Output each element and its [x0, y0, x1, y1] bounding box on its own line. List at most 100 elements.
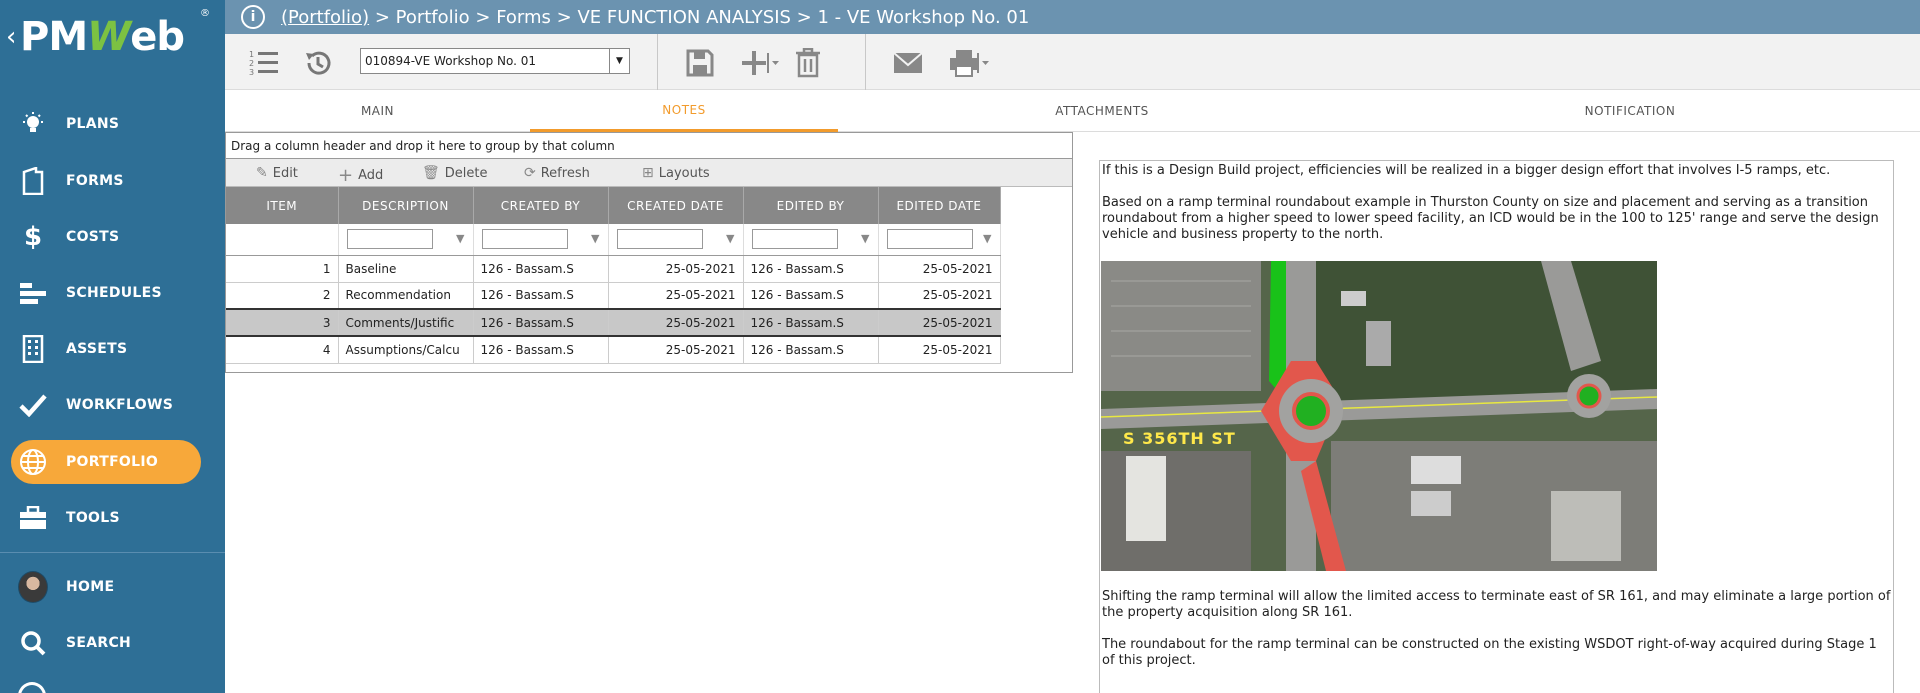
sidebar-item-search[interactable]: SEARCH	[0, 621, 225, 665]
filter-icon[interactable]: ▼	[861, 232, 869, 245]
document-icon	[18, 166, 48, 196]
layouts-button[interactable]: ⊞ Layouts	[642, 165, 710, 181]
grid-toolbar: ✎ Edit + Add 🗑 Delete ⟳ Refresh ⊞ Layouts	[226, 159, 1072, 187]
column-header-edited-by[interactable]: EDITED BY	[743, 187, 879, 224]
sidebar-item-label: HOME	[66, 579, 115, 595]
notes-editor[interactable]: If this is a Design Build project, effic…	[1099, 160, 1894, 693]
filter-cell: ▼	[878, 224, 1001, 256]
roundabout-aerial-image: S 356TH ST	[1101, 261, 1657, 571]
notes-paragraph-1: If this is a Design Build project, effic…	[1102, 163, 1831, 178]
filter-cell: ▼	[473, 224, 609, 256]
filter-icon[interactable]: ▼	[456, 232, 464, 245]
edited-date-filter-input[interactable]	[886, 229, 973, 249]
table-row[interactable]: 4 Assumptions/Calcu 126 - Bassam.S 25-05…	[226, 336, 1001, 364]
briefcase-icon	[18, 503, 48, 533]
tab-notification[interactable]: NOTIFICATION	[1366, 90, 1894, 132]
cell-created-date: 25-05-2021	[608, 282, 744, 310]
sidebar-item-label: PORTFOLIO	[66, 454, 159, 470]
email-icon[interactable]	[891, 46, 925, 80]
notes-grid: Drag a column header and drop it here to…	[225, 132, 1073, 373]
sidebar-item-workflows[interactable]: WORKFLOWS	[0, 383, 225, 427]
sidebar-item-forms[interactable]: FORMS	[0, 159, 225, 203]
tab-attachments[interactable]: ATTACHMENTS	[838, 90, 1366, 132]
created-by-filter-input[interactable]	[481, 229, 568, 249]
sidebar: ‹ PMWeb ® PLANS FORMS $ COSTS SCHEDULES …	[0, 0, 225, 693]
sidebar-item-tools[interactable]: TOOLS	[0, 496, 225, 540]
gantt-icon	[18, 278, 48, 308]
refresh-icon[interactable]	[18, 682, 46, 693]
notes-table: ITEM DESCRIPTION CREATED BY CREATED DATE…	[226, 187, 1001, 364]
building-icon	[18, 334, 48, 364]
sidebar-item-label: COSTS	[66, 229, 120, 245]
sidebar-item-assets[interactable]: ASSETS	[0, 327, 225, 371]
cell-item: 4	[226, 336, 339, 364]
app-logo[interactable]: ‹ PMWeb ®	[0, 0, 225, 73]
numbered-list-icon[interactable]: 123	[247, 46, 281, 80]
dollar-icon: $	[23, 222, 43, 252]
cell-created-by: 126 - Bassam.S	[473, 282, 609, 310]
checkmark-icon	[18, 390, 48, 420]
column-header-item[interactable]: ITEM	[226, 187, 339, 224]
sidebar-item-plans[interactable]: PLANS	[0, 102, 225, 146]
history-icon[interactable]	[301, 46, 335, 80]
add-dropdown-icon[interactable]	[765, 46, 781, 80]
cell-description: Baseline	[338, 255, 474, 283]
filter-cell: ▼	[743, 224, 879, 256]
table-row[interactable]: 2 Recommendation 126 - Bassam.S 25-05-20…	[226, 282, 1001, 310]
created-date-filter-input[interactable]	[616, 229, 703, 249]
breadcrumb-bar: i (Portfolio) > Portfolio > Forms > VE F…	[225, 0, 1920, 34]
back-chevron-icon[interactable]: ‹	[6, 22, 16, 52]
registered-mark: ®	[200, 8, 210, 19]
column-header-created-date[interactable]: CREATED DATE	[608, 187, 744, 224]
sidebar-item-label: SCHEDULES	[66, 285, 162, 301]
filter-cell: ▼	[338, 224, 474, 256]
save-icon[interactable]	[683, 46, 717, 80]
chevron-down-icon[interactable]: ▼	[609, 49, 629, 73]
column-header-edited-date[interactable]: EDITED DATE	[878, 187, 1001, 224]
description-filter-input[interactable]	[346, 229, 433, 249]
sidebar-item-schedules[interactable]: SCHEDULES	[0, 271, 225, 315]
info-icon[interactable]: i	[241, 5, 265, 29]
sidebar-item-label: FORMS	[66, 173, 124, 189]
filter-icon[interactable]: ▼	[726, 232, 734, 245]
sidebar-item-portfolio[interactable]: PORTFOLIO	[0, 440, 225, 484]
edited-by-filter-input[interactable]	[751, 229, 838, 249]
grid-layout-icon: ⊞	[642, 165, 654, 181]
plus-icon: +	[338, 165, 354, 186]
user-avatar	[18, 571, 48, 603]
cell-description: Comments/Justific	[338, 308, 474, 337]
cell-edited-by: 126 - Bassam.S	[743, 336, 879, 364]
sidebar-item-home[interactable]: HOME	[0, 565, 225, 609]
notes-paragraph-4: The roundabout for the ramp terminal can…	[1102, 637, 1877, 668]
table-row[interactable]: 1 Baseline 126 - Bassam.S 25-05-2021 126…	[226, 255, 1001, 283]
refresh-button[interactable]: ⟳ Refresh	[524, 165, 590, 181]
sidebar-item-label: PLANS	[66, 116, 120, 132]
tab-main[interactable]: MAIN	[225, 90, 530, 132]
toolbar-separator	[657, 34, 658, 90]
filter-icon[interactable]: ▼	[591, 232, 599, 245]
delete-icon[interactable]	[791, 46, 825, 80]
cell-edited-by: 126 - Bassam.S	[743, 255, 879, 283]
record-selector[interactable]: 010894-VE Workshop No. 01 ▼	[360, 48, 630, 74]
sidebar-item-costs[interactable]: $ COSTS	[0, 215, 225, 259]
add-button[interactable]: + Add	[338, 165, 383, 186]
globe-icon	[18, 447, 48, 477]
cell-created-by: 126 - Bassam.S	[473, 255, 609, 283]
tab-notes[interactable]: NOTES	[530, 90, 838, 132]
table-header-row: ITEM DESCRIPTION CREATED BY CREATED DATE…	[226, 187, 1001, 224]
column-header-description[interactable]: DESCRIPTION	[338, 187, 474, 224]
table-row-selected[interactable]: 3 Comments/Justific 126 - Bassam.S 25-05…	[226, 308, 1001, 337]
cell-edited-by: 126 - Bassam.S	[743, 308, 879, 337]
breadcrumb-portfolio-link[interactable]: (Portfolio)	[281, 7, 369, 28]
edit-button[interactable]: ✎ Edit	[256, 165, 298, 181]
trash-icon: 🗑	[422, 165, 440, 181]
print-dropdown-icon[interactable]	[975, 46, 991, 80]
group-by-drop-area[interactable]: Drag a column header and drop it here to…	[226, 133, 1072, 159]
filter-icon[interactable]: ▼	[983, 232, 991, 245]
column-header-created-by[interactable]: CREATED BY	[473, 187, 609, 224]
delete-button[interactable]: 🗑 Delete	[422, 165, 488, 181]
cell-created-by: 126 - Bassam.S	[473, 308, 609, 337]
notes-paragraph-2: Based on a ramp terminal roundabout exam…	[1102, 195, 1879, 242]
breadcrumb: (Portfolio) > Portfolio > Forms > VE FUN…	[281, 7, 1029, 28]
pencil-icon: ✎	[256, 165, 268, 181]
